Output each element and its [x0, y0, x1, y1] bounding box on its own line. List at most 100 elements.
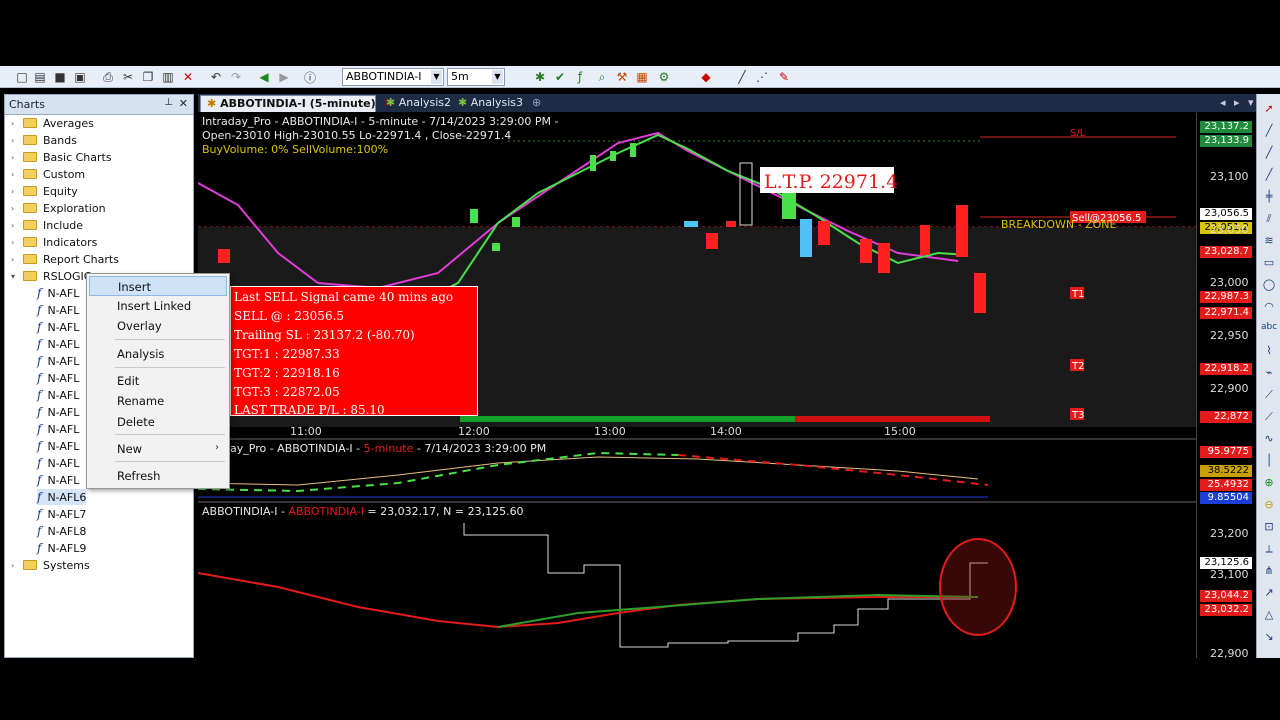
- open-icon[interactable]: ▤: [32, 69, 48, 85]
- chevron-right-icon[interactable]: ›: [11, 119, 21, 128]
- tree-folder[interactable]: › Systems: [11, 557, 90, 573]
- menu-overlay[interactable]: Overlay: [89, 316, 227, 336]
- new-icon[interactable]: □: [14, 69, 30, 85]
- paste-icon[interactable]: ▥: [160, 69, 176, 85]
- save-all-icon[interactable]: ▣: [72, 69, 88, 85]
- tree-folder[interactable]: › Bands: [11, 132, 77, 148]
- tree-folder[interactable]: › Basic Charts: [11, 149, 112, 165]
- zoom-tool-icon[interactable]: ⊡: [1261, 520, 1277, 536]
- tree-formula-item[interactable]: f N-AFL: [37, 404, 79, 420]
- tab-abbotindia[interactable]: ✱ ABBOTINDIA-I (5-minute) ✕: [200, 95, 393, 112]
- chevron-right-icon[interactable]: ›: [11, 221, 21, 230]
- tree-formula-item[interactable]: f N-AFL: [37, 387, 79, 403]
- tree-formula-item[interactable]: f N-AFL: [37, 285, 79, 301]
- tree-folder[interactable]: › Exploration: [11, 200, 106, 216]
- ray-tool-icon[interactable]: ╱: [1261, 146, 1277, 162]
- buy-arrow-icon[interactable]: ⊕: [1261, 476, 1277, 492]
- indicator-icon[interactable]: ✱: [532, 69, 548, 85]
- tree-formula-item[interactable]: f N-AFL: [37, 302, 79, 318]
- wave-tool-icon[interactable]: ∿: [1261, 432, 1277, 448]
- chevron-right-icon[interactable]: ›: [11, 153, 21, 162]
- tree-formula-item[interactable]: f N-AFL: [37, 336, 79, 352]
- tree-folder[interactable]: › Report Charts: [11, 251, 119, 267]
- triangle-tool-icon[interactable]: △: [1261, 608, 1277, 624]
- menu-edit[interactable]: Edit: [89, 371, 227, 391]
- chevron-right-icon[interactable]: ›: [11, 238, 21, 247]
- arc-tool-icon[interactable]: ◠: [1261, 300, 1277, 316]
- measure-tool-icon[interactable]: ⟂: [1261, 542, 1277, 558]
- tree-folder[interactable]: › Equity: [11, 183, 78, 199]
- chevron-down-icon[interactable]: ▾: [11, 272, 21, 281]
- undo-icon[interactable]: ↶: [208, 69, 224, 85]
- symbol-combo[interactable]: ABBOTINDIA-I ▼: [342, 68, 444, 86]
- gann-tool-icon[interactable]: ⟋: [1261, 410, 1277, 426]
- chevron-right-icon[interactable]: ›: [11, 187, 21, 196]
- optimize-icon[interactable]: ⚙: [656, 69, 672, 85]
- menu-analysis[interactable]: Analysis: [89, 344, 227, 364]
- explore-icon[interactable]: ⚒: [614, 69, 630, 85]
- menu-rename[interactable]: Rename: [89, 391, 227, 411]
- info-icon[interactable]: ⓘ: [302, 69, 318, 85]
- tree-formula-item[interactable]: f N-AFL9: [37, 540, 86, 556]
- tree-folder[interactable]: › Include: [11, 217, 83, 233]
- tree-formula-item[interactable]: f N-AFL: [37, 472, 79, 488]
- formula-icon[interactable]: ƒ: [572, 69, 588, 85]
- rect-tool-icon[interactable]: ▭: [1261, 256, 1277, 272]
- erase-icon[interactable]: ✎: [776, 69, 792, 85]
- menu-refresh[interactable]: Refresh: [89, 466, 227, 486]
- interval-combo[interactable]: 5m ▼: [447, 68, 505, 86]
- fan-tool-icon[interactable]: ⟋: [1261, 388, 1277, 404]
- tab-analysis3[interactable]: ✱ Analysis3: [452, 95, 529, 112]
- tree-folder[interactable]: › Custom: [11, 166, 85, 182]
- extend-tool-icon[interactable]: ↘: [1261, 630, 1277, 646]
- tree-formula-item[interactable]: f N-AFL7: [37, 506, 86, 522]
- tree-formula-item[interactable]: f N-AFL: [37, 353, 79, 369]
- tree-folder[interactable]: › Averages: [11, 115, 94, 131]
- cursor-icon[interactable]: ➚: [1261, 102, 1277, 118]
- tree-formula-item[interactable]: f N-AFL: [37, 455, 79, 471]
- tree-formula-item[interactable]: f N-AFL: [37, 438, 79, 454]
- cut-icon[interactable]: ✂: [120, 69, 136, 85]
- vline-tool-icon[interactable]: │: [1261, 454, 1277, 470]
- menu-insert-linked[interactable]: Insert Linked: [89, 296, 227, 316]
- fib-tool-icon[interactable]: ≋: [1261, 234, 1277, 250]
- sell-arrow-icon[interactable]: ⊖: [1261, 498, 1277, 514]
- tree-formula-item[interactable]: f N-AFL: [37, 421, 79, 437]
- zigzag-tool-icon[interactable]: ⌁: [1261, 366, 1277, 382]
- trend-tool-icon[interactable]: ╱: [1261, 168, 1277, 184]
- backtest-icon[interactable]: ▦: [634, 69, 650, 85]
- tree-folder[interactable]: ▾ RSLOGIC: [11, 268, 91, 284]
- ellipse-tool-icon[interactable]: ◯: [1261, 278, 1277, 294]
- chevron-right-icon[interactable]: ›: [11, 561, 21, 570]
- forward-icon[interactable]: ▶: [276, 69, 292, 85]
- close-icon[interactable]: ✕: [179, 97, 188, 110]
- color-icon[interactable]: ◆: [698, 69, 714, 85]
- tree-formula-item[interactable]: f N-AFL6: [37, 489, 87, 505]
- chevron-right-icon[interactable]: ›: [11, 136, 21, 145]
- new-tab-icon[interactable]: ⊕: [526, 95, 547, 112]
- pitchfork-tool-icon[interactable]: ⋔: [1261, 564, 1277, 580]
- delete-icon[interactable]: ✕: [180, 69, 196, 85]
- menu-new[interactable]: New: [89, 439, 227, 459]
- hline-tool-icon[interactable]: ╪: [1261, 190, 1277, 206]
- tree-formula-item[interactable]: f N-AFL: [37, 370, 79, 386]
- channel-tool-icon[interactable]: ⫽: [1261, 212, 1277, 228]
- back-icon[interactable]: ◀: [256, 69, 272, 85]
- ray-icon[interactable]: ⋰: [754, 69, 770, 85]
- redo-icon[interactable]: ↷: [228, 69, 244, 85]
- pin-icon[interactable]: ⊥: [164, 97, 173, 108]
- chevron-right-icon[interactable]: ›: [11, 204, 21, 213]
- chevron-down-icon[interactable]: ▼: [492, 70, 503, 84]
- check-icon[interactable]: ✔: [552, 69, 568, 85]
- menu-delete[interactable]: Delete: [89, 412, 227, 432]
- draw-line-icon[interactable]: ╱: [734, 69, 750, 85]
- save-icon[interactable]: ■: [52, 69, 68, 85]
- tree-formula-item[interactable]: f N-AFL8: [37, 523, 86, 539]
- scan-icon[interactable]: ⌕: [594, 69, 610, 85]
- tab-analysis2[interactable]: ✱ Analysis2: [380, 95, 457, 112]
- arrow-tool-icon[interactable]: ↗: [1261, 586, 1277, 602]
- copy-icon[interactable]: ❐: [140, 69, 156, 85]
- cycle-tool-icon[interactable]: ⌇: [1261, 344, 1277, 360]
- tree-folder[interactable]: › Indicators: [11, 234, 97, 250]
- tree-formula-item[interactable]: f N-AFL: [37, 319, 79, 335]
